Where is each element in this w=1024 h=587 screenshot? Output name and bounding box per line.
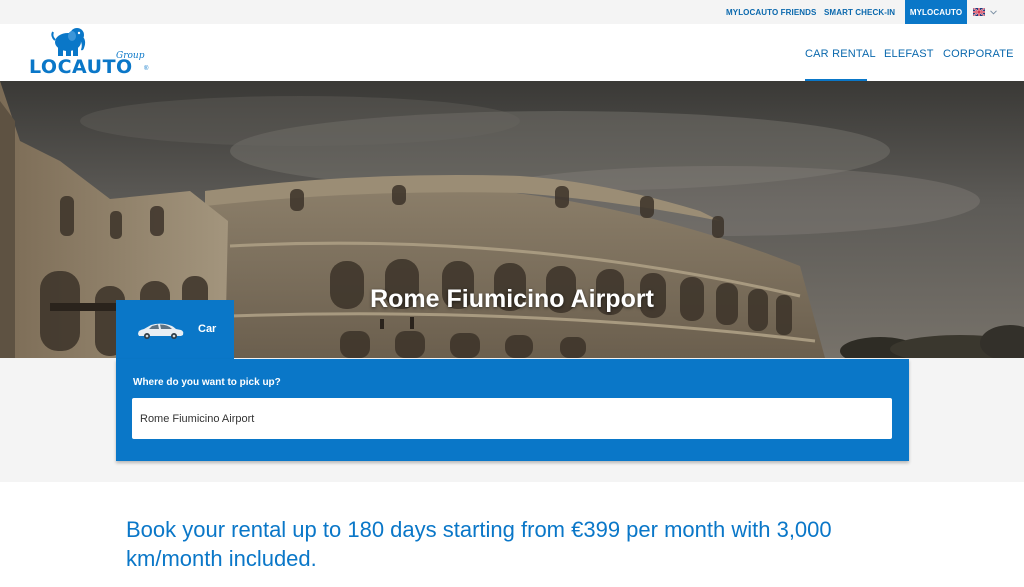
nav-car-rental[interactable]: CAR RENTAL	[805, 48, 876, 60]
chevron-down-icon	[990, 9, 997, 15]
main-header: Group LOCAUTO ® CAR RENTAL ELEFAST CORPO…	[0, 24, 1024, 81]
smart-check-in-link[interactable]: SMART CHECK-IN	[824, 0, 895, 24]
car-icon	[138, 323, 184, 339]
uk-flag-icon	[973, 8, 985, 16]
pickup-location-input[interactable]	[132, 398, 892, 439]
tab-car[interactable]: Car	[116, 300, 234, 360]
registered-mark: ®	[144, 66, 149, 72]
locauto-logo[interactable]: Group LOCAUTO ®	[28, 26, 152, 78]
booking-form: Where do you want to pick up?	[116, 359, 909, 461]
logo-wordmark: LOCAUTO	[29, 56, 133, 78]
nav-elefast[interactable]: ELEFAST	[884, 48, 934, 60]
promo-heading: Book your rental up to 180 days starting…	[126, 517, 832, 571]
mylocauto-friends-link[interactable]: MYLOCAUTO FRIENDS	[726, 0, 816, 24]
top-utility-bar: MYLOCAUTO FRIENDS SMART CHECK-IN MYLOCAU…	[0, 0, 1024, 24]
tab-car-label: Car	[198, 323, 217, 335]
elephant-icon	[51, 28, 86, 56]
language-selector[interactable]	[973, 0, 1007, 24]
pickup-question-label: Where do you want to pick up?	[133, 377, 281, 388]
nav-corporate[interactable]: CORPORATE	[943, 48, 1014, 60]
mylocauto-button[interactable]: MYLOCAUTO	[905, 0, 967, 24]
